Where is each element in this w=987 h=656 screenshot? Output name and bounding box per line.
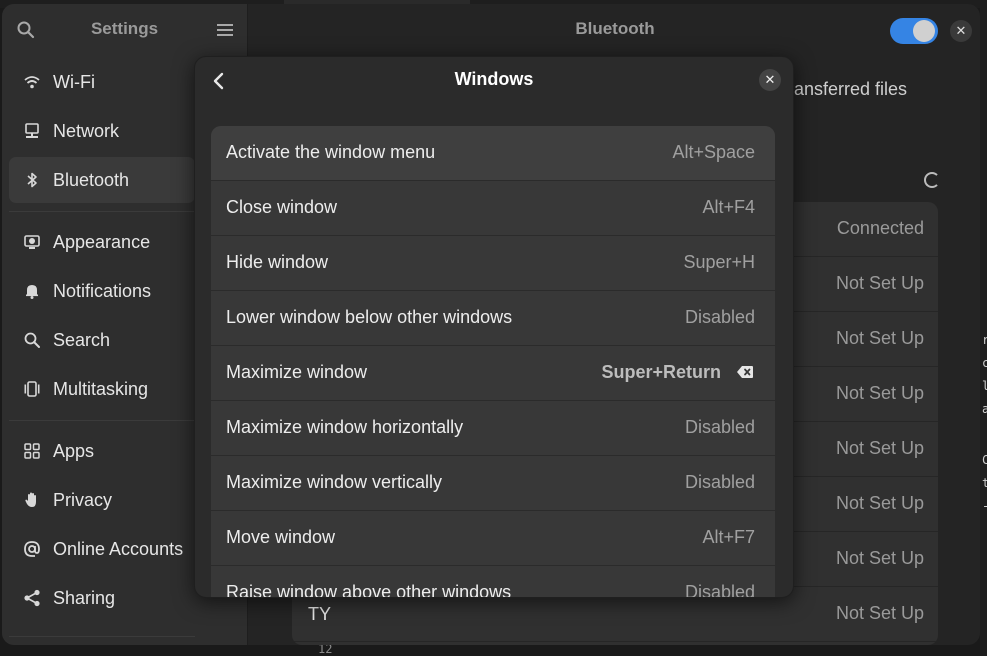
bluetooth-icon (27, 172, 37, 188)
sidebar-item-label: Notifications (53, 280, 152, 301)
apps-grid-icon (24, 443, 40, 459)
sidebar-item-label: Wi-Fi (53, 71, 95, 92)
sidebar-separator (9, 420, 195, 421)
sidebar-item-apps[interactable]: Apps (9, 428, 195, 474)
sidebar-item-label: Bluetooth (53, 169, 130, 190)
sidebar-item-label: Apps (53, 440, 95, 461)
sidebar-item-label: Multitasking (53, 378, 149, 399)
sidebar-item-sharing[interactable]: Sharing (9, 575, 195, 621)
shortcut-accelerator: Alt+F7 (702, 527, 755, 547)
shortcut-accelerator: Super+H (683, 252, 755, 272)
at-icon (24, 541, 40, 557)
editor-char: a (982, 402, 987, 416)
shortcut-label: Maximize window vertically (226, 472, 443, 492)
bell-icon (26, 285, 38, 299)
shortcut-row[interactable]: Move window Alt+F7 (211, 511, 775, 566)
sidebar-item-label: Privacy (53, 489, 113, 510)
sidebar-item-appearance[interactable]: Appearance (9, 219, 195, 265)
shortcut-accelerator: Super+Return (601, 362, 721, 382)
editor-char: r (982, 333, 987, 347)
toggle-knob (913, 20, 935, 42)
shortcut-list: Activate the window menu Alt+Space Close… (211, 126, 775, 598)
editor-char: C (982, 453, 987, 467)
shortcut-accelerator: Disabled (684, 307, 755, 327)
shortcut-row[interactable]: Maximize window horizontally Disabled (211, 401, 775, 456)
shortcut-label: Close window (226, 197, 338, 217)
shortcut-label: Move window (226, 527, 336, 547)
shortcuts-dialog: Windows ✕ Activate the window menu Alt+S… (194, 56, 794, 598)
shortcut-label: Lower window below other windows (226, 307, 513, 327)
editor-char: - (982, 499, 987, 513)
shortcut-label: Maximize window horizontally (226, 417, 464, 437)
device-status: Not Set Up (835, 328, 924, 348)
appearance-icon (24, 235, 40, 249)
shortcut-accelerator: Disabled (684, 582, 755, 598)
device-status: Not Set Up (835, 273, 924, 293)
sidebar-separator (9, 211, 195, 212)
shortcut-row[interactable]: Lower window below other windows Disable… (211, 291, 775, 346)
device-status: Not Set Up (835, 603, 924, 623)
background-editor-edge (980, 0, 987, 656)
shortcut-accelerator: Alt+Space (672, 142, 755, 162)
sidebar-item-label: Appearance (53, 231, 151, 252)
device-name: TY (308, 604, 332, 624)
device-status: Connected (836, 218, 924, 238)
share-icon (24, 589, 40, 607)
shortcut-label: Maximize window (226, 362, 368, 382)
window-close-button[interactable]: ✕ (950, 20, 972, 42)
device-status: Not Set Up (835, 438, 924, 458)
hamburger-menu-icon[interactable] (216, 22, 234, 38)
device-status: Not Set Up (835, 493, 924, 513)
shortcut-row[interactable]: Maximize window vertically Disabled (211, 456, 775, 511)
shortcut-row[interactable]: Activate the window menu Alt+Space (211, 126, 775, 181)
multitasking-icon (24, 381, 40, 397)
device-status: Not Set Up (835, 383, 924, 403)
shortcut-label: Hide window (226, 252, 329, 272)
sidebar-item-label: Sharing (53, 587, 116, 608)
hand-icon (25, 492, 36, 507)
sidebar-title: Settings (90, 19, 159, 38)
transfer-description: ransferred files (788, 79, 908, 99)
dialog-title: Windows (454, 69, 534, 89)
shortcut-label: Raise window above other windows (226, 582, 512, 598)
sidebar-item-label: Network (53, 120, 120, 141)
sidebar-item-label: Online Accounts (53, 538, 184, 559)
sidebar-item-label: Search (53, 329, 111, 350)
page-title: Bluetooth (575, 19, 655, 38)
sidebar-item-bluetooth[interactable]: Bluetooth (9, 157, 195, 203)
shortcut-row[interactable]: Close window Alt+F4 (211, 181, 775, 236)
shortcut-label: Activate the window menu (226, 142, 436, 162)
sidebar-item-multitasking[interactable]: Multitasking (9, 366, 195, 412)
shortcut-accelerator: Disabled (684, 417, 755, 437)
loading-spinner-icon (924, 172, 940, 188)
sidebar-item-privacy[interactable]: Privacy (9, 477, 195, 523)
editor-char: l (982, 379, 987, 393)
shortcut-accelerator: Disabled (684, 472, 755, 492)
shortcut-row[interactable]: Hide window Super+H (211, 236, 775, 291)
wifi-icon (24, 76, 40, 89)
dialog-close-button[interactable]: ✕ (759, 69, 781, 91)
backspace-reset-icon[interactable] (737, 365, 753, 379)
device-status: Not Set Up (835, 548, 924, 568)
shortcut-row[interactable]: Maximize window Super+Return (211, 346, 775, 401)
shortcut-accelerator: Alt+F4 (702, 197, 755, 217)
network-icon (25, 123, 39, 138)
shortcut-row[interactable]: Raise window above other windows Disable… (211, 566, 775, 598)
sidebar-item-online-accounts[interactable]: Online Accounts (9, 526, 195, 572)
sidebar-item-wifi[interactable]: Wi-Fi (9, 59, 195, 105)
sidebar-item-search[interactable]: Search (9, 317, 195, 363)
sidebar-separator (9, 636, 195, 637)
sidebar-item-notifications[interactable]: Notifications (9, 268, 195, 314)
sidebar-item-network[interactable]: Network (9, 108, 195, 154)
editor-char: t (982, 476, 987, 490)
search-icon (24, 332, 40, 348)
editor-char: c (982, 356, 987, 370)
